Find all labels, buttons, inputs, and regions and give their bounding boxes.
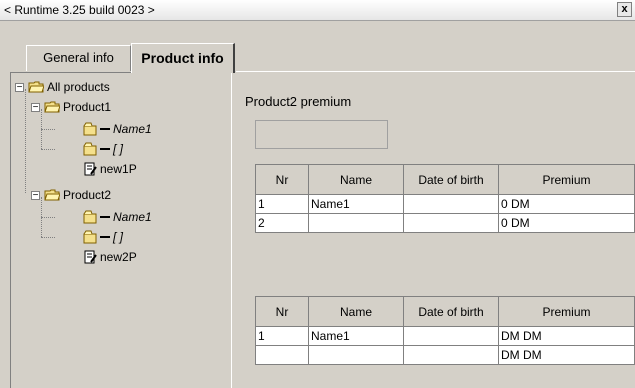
column-header[interactable]: Nr — [255, 296, 309, 327]
dash-icon — [100, 128, 110, 130]
table-cell[interactable] — [308, 213, 404, 233]
tree-label: Product1 — [63, 100, 112, 114]
table-row[interactable]: 2 0 DM — [255, 213, 635, 233]
window-titlebar: < Runtime 3.25 build 0023 > x — [0, 0, 635, 21]
field-folder-icon — [83, 122, 97, 136]
open-folder-icon — [44, 101, 60, 113]
tree-label: new2P — [100, 250, 137, 264]
window-title: < Runtime 3.25 build 0023 > — [4, 3, 155, 17]
tree-node-field[interactable]: Name1 — [83, 121, 152, 137]
tree-node-field[interactable]: [ ] — [83, 229, 123, 245]
open-folder-icon — [44, 189, 60, 201]
premium-table-2: Nr Name Date of birth Premium 1 Name1 DM… — [255, 296, 635, 365]
tree-node-field[interactable]: Name1 — [83, 209, 152, 225]
tree-label: All products — [47, 80, 110, 94]
table-row[interactable]: 1 Name1 0 DM — [255, 194, 635, 214]
field-folder-icon — [83, 210, 97, 224]
column-header[interactable]: Premium — [498, 296, 635, 327]
table-cell[interactable]: 1 — [255, 326, 309, 346]
tree-node-all-products[interactable]: − All products — [15, 79, 110, 95]
table-cell[interactable] — [403, 213, 499, 233]
dash-icon — [100, 216, 110, 218]
table-cell[interactable]: DM DM — [498, 326, 635, 346]
tree-label: Name1 — [113, 210, 152, 224]
table-cell[interactable] — [308, 345, 404, 365]
open-folder-icon — [28, 81, 44, 93]
table-cell[interactable]: 1 — [255, 194, 309, 214]
tree-label: [ ] — [113, 142, 124, 156]
table-row[interactable]: 1 Name1 DM DM — [255, 326, 635, 346]
premium-input-field[interactable] — [255, 120, 388, 149]
close-button[interactable]: x — [617, 2, 632, 17]
tree-label: [ ] — [113, 230, 124, 244]
tree-node-rule[interactable]: new2P — [83, 249, 137, 265]
product-tree[interactable]: − All products − Product1 Name1 [ ] new1… — [10, 72, 232, 388]
collapse-icon[interactable]: − — [31, 190, 40, 200]
column-header[interactable]: Name — [308, 164, 404, 195]
tab-underline — [236, 71, 635, 72]
table-cell[interactable] — [255, 345, 309, 365]
tree-label: Name1 — [113, 122, 152, 136]
column-header[interactable]: Date of birth — [403, 296, 499, 327]
table-cell[interactable]: DM DM — [498, 345, 635, 365]
tree-node-rule[interactable]: new1P — [83, 161, 137, 177]
tree-node-field[interactable]: [ ] — [83, 141, 123, 157]
table-row[interactable]: DM DM — [255, 345, 635, 365]
column-header[interactable]: Premium — [498, 164, 635, 195]
table-cell[interactable]: 0 DM — [498, 213, 635, 233]
tab-product-info[interactable]: Product info — [131, 43, 235, 73]
tree-label: new1P — [100, 162, 137, 176]
field-folder-icon — [83, 142, 97, 156]
section-label: Product2 premium — [245, 94, 352, 109]
collapse-icon[interactable]: − — [31, 102, 40, 112]
rule-document-icon — [84, 250, 97, 264]
table-cell[interactable] — [403, 194, 499, 214]
table-cell[interactable] — [403, 326, 499, 346]
column-header[interactable]: Name — [308, 296, 404, 327]
table-cell[interactable]: 0 DM — [498, 194, 635, 214]
tree-node-product2[interactable]: − Product2 — [31, 187, 111, 203]
column-header[interactable]: Nr — [255, 164, 309, 195]
tree-label: Product2 — [63, 188, 112, 202]
tab-general-info[interactable]: General info — [26, 45, 131, 71]
table-cell[interactable]: Name1 — [308, 326, 404, 346]
tree-node-product1[interactable]: − Product1 — [31, 99, 111, 115]
column-header[interactable]: Date of birth — [403, 164, 499, 195]
field-folder-icon — [83, 230, 97, 244]
collapse-icon[interactable]: − — [15, 82, 24, 92]
dash-icon — [100, 148, 110, 150]
table-cell[interactable]: 2 — [255, 213, 309, 233]
rule-document-icon — [84, 162, 97, 176]
premium-table-1: Nr Name Date of birth Premium 1 Name1 0 … — [255, 164, 635, 233]
dash-icon — [100, 236, 110, 238]
table-cell[interactable] — [403, 345, 499, 365]
table-cell[interactable]: Name1 — [308, 194, 404, 214]
